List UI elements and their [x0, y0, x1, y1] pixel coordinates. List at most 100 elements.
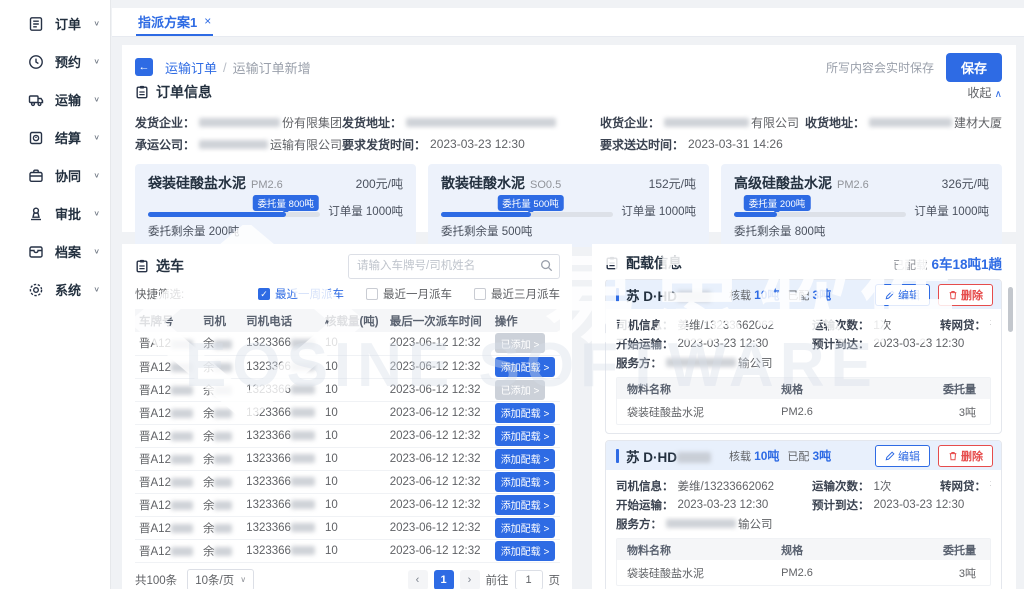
sidebar-item-briefcase[interactable]: 协同 ∨ — [0, 161, 110, 190]
table-row[interactable]: 晋A12 余 1323366 10 2023-06-12 12:32 添加配载 … — [135, 470, 560, 493]
load-panel: 配载信息 已配载6车18吨1趟 苏 D·HD 核载 10吨 已配 3吨 编辑 删… — [592, 244, 1016, 589]
chevron-down-icon: ∨ — [93, 285, 100, 294]
archive-icon — [28, 244, 44, 260]
field-value: 运输有限公司 — [270, 136, 342, 153]
add-load-button[interactable]: 添加配载 > — [495, 541, 556, 561]
product-card: 散装硅酸水泥 SO0.5 152元/吨 委托量 500吨 订单量 1000吨 委… — [428, 164, 709, 247]
sidebar-item-truck[interactable]: 运输 ∨ — [0, 85, 110, 114]
collapse-toggle[interactable]: 收起 ∧ — [967, 84, 1002, 101]
order-quantity: 订单量 1000吨 — [621, 203, 696, 219]
product-name: 袋装硅酸盐水泥 — [148, 173, 246, 193]
breadcrumb-parent-link[interactable]: 运输订单 — [165, 58, 217, 77]
tab-close-icon[interactable]: × — [204, 14, 211, 28]
field-label: 收货地址： — [805, 114, 865, 131]
table-row[interactable]: 晋A12 余 1323366 10 2023-06-12 12:32 已添加 > — [135, 378, 560, 401]
loaded-info: 已配 3吨 — [787, 286, 831, 303]
table-row[interactable]: 晋A12 余 1323366 10 2023-06-12 12:32 添加配载 … — [135, 447, 560, 470]
save-button[interactable]: 保存 — [946, 53, 1002, 82]
detail-label: 预计到达： — [812, 497, 870, 513]
plate-cell: 晋A12 — [135, 332, 199, 355]
material-table: 物料名称规格委托量 袋装硅酸盐水泥PM2.63吨 — [616, 377, 991, 425]
back-button[interactable]: ← — [135, 58, 153, 76]
product-price: 200元/吨 — [356, 175, 403, 192]
detail-value: 输公司 — [738, 516, 773, 532]
page-size-select[interactable]: 10条/页 ∨ — [187, 569, 254, 589]
add-load-button[interactable]: 添加配载 > — [495, 495, 556, 515]
material-col: 物料名称 — [617, 381, 781, 397]
add-load-button[interactable]: 添加配载 > — [495, 426, 556, 446]
detail-value: 否 — [990, 317, 991, 333]
checkbox-icon[interactable] — [366, 288, 378, 300]
product-price: 152元/吨 — [649, 175, 696, 192]
delete-button[interactable]: 删除 — [938, 284, 993, 306]
column-header: 核载量(吨) — [321, 309, 386, 332]
sidebar-item-label: 订单 — [55, 14, 81, 33]
driver-cell: 余 — [199, 447, 242, 470]
plate-cell: 晋A12 — [135, 470, 199, 493]
sidebar-item-document[interactable]: 订单 ∨ — [0, 9, 110, 38]
sidebar-item-safe[interactable]: 结算 ∨ — [0, 123, 110, 152]
search-icon[interactable] — [540, 259, 553, 272]
field-label: 收货企业： — [600, 114, 660, 131]
detail-value: 输公司 — [738, 355, 773, 371]
add-load-button[interactable]: 添加配载 > — [495, 449, 556, 469]
add-load-button[interactable]: 添加配载 > — [495, 472, 556, 492]
autosave-hint: 所写内容会实时保存 — [826, 59, 934, 76]
page-number-button[interactable]: 1 — [434, 570, 454, 589]
scrollbar-thumb[interactable] — [1008, 287, 1013, 332]
filter-checkbox[interactable]: ✓最近一周派车 — [258, 286, 344, 302]
sidebar-item-label: 结算 — [55, 128, 81, 147]
sidebar-item-clock[interactable]: 预约 ∨ — [0, 47, 110, 76]
add-load-button[interactable]: 添加配载 > — [495, 518, 556, 538]
chevron-down-icon: ∨ — [93, 57, 100, 66]
table-row[interactable]: 晋A12 余 1323366 10 2023-06-12 12:32 添加配载 … — [135, 355, 560, 378]
table-row[interactable]: 晋A12 余 1323366 10 2023-06-12 12:32 添加配载 … — [135, 516, 560, 539]
plate-cell: 晋A12 — [135, 493, 199, 516]
goto-page-input[interactable] — [515, 570, 543, 589]
sidebar-item-archive[interactable]: 档案 ∨ — [0, 237, 110, 266]
order-field: 要求发货时间：2023-03-23 12:30 — [342, 136, 600, 153]
table-row[interactable]: 晋A12 余 1323366 10 2023-06-12 12:32 已添加 > — [135, 332, 560, 355]
prev-page-button[interactable]: ‹ — [408, 570, 428, 589]
detail-field: 开始运输： 2023-03-23 12:30 — [616, 336, 812, 352]
time-cell: 2023-06-12 12:32 — [386, 447, 491, 470]
detail-field: 运输次数： 1次 — [812, 478, 940, 494]
add-load-button[interactable]: 添加配载 > — [495, 403, 556, 423]
gear-icon — [28, 282, 44, 298]
phone-cell: 1323366 — [242, 378, 321, 401]
material-col: 物料名称 — [617, 542, 781, 558]
filter-checkbox[interactable]: 最近一月派车 — [366, 286, 452, 302]
plate-cell: 晋A12 — [135, 447, 199, 470]
edit-button[interactable]: 编辑 — [875, 284, 930, 306]
sidebar-item-stamp[interactable]: 审批 ∨ — [0, 199, 110, 228]
table-row[interactable]: 晋A12 余 1323366 10 2023-06-12 12:32 添加配载 … — [135, 401, 560, 424]
truck-plate: 苏 D·HD — [626, 285, 713, 305]
table-row[interactable]: 晋A12 余 1323366 10 2023-06-12 12:32 添加配载 … — [135, 424, 560, 447]
capacity-cell: 10 — [321, 447, 386, 470]
table-row[interactable]: 晋A12 余 1323366 10 2023-06-12 12:32 添加配载 … — [135, 493, 560, 516]
load-summary: 已配载6车18吨1趟 — [893, 253, 1002, 273]
detail-field: 开始运输： 2023-03-23 12:30 — [616, 497, 812, 513]
add-load-button[interactable]: 添加配载 > — [495, 357, 556, 377]
delete-button[interactable]: 删除 — [938, 445, 993, 467]
trash-icon — [948, 451, 958, 461]
detail-label: 运输次数： — [812, 478, 870, 494]
next-page-button[interactable]: › — [460, 570, 480, 589]
column-header: 操作 — [491, 309, 560, 332]
material-col: 规格 — [781, 381, 908, 397]
vehicle-search — [348, 254, 560, 279]
filter-checkbox[interactable]: 最近三月派车 — [474, 286, 560, 302]
table-row[interactable]: 晋A12 余 1323366 10 2023-06-12 12:32 添加配载 … — [135, 539, 560, 562]
time-cell: 2023-06-12 12:32 — [386, 355, 491, 378]
plate-cell: 晋A12 — [135, 424, 199, 447]
tab-dispatch-plan[interactable]: 指派方案1 × — [136, 8, 213, 36]
product-spec: PM2.6 — [837, 179, 869, 191]
vehicle-search-input[interactable] — [348, 254, 560, 279]
checkbox-icon[interactable] — [474, 288, 486, 300]
column-header: 最后一次派车时间 — [386, 309, 491, 332]
sidebar-item-gear[interactable]: 系统 ∨ — [0, 275, 110, 304]
pencil-icon — [885, 451, 895, 461]
breadcrumb-current: 运输订单新增 — [233, 58, 311, 77]
edit-button[interactable]: 编辑 — [875, 445, 930, 467]
checkbox-icon[interactable]: ✓ — [258, 288, 270, 300]
